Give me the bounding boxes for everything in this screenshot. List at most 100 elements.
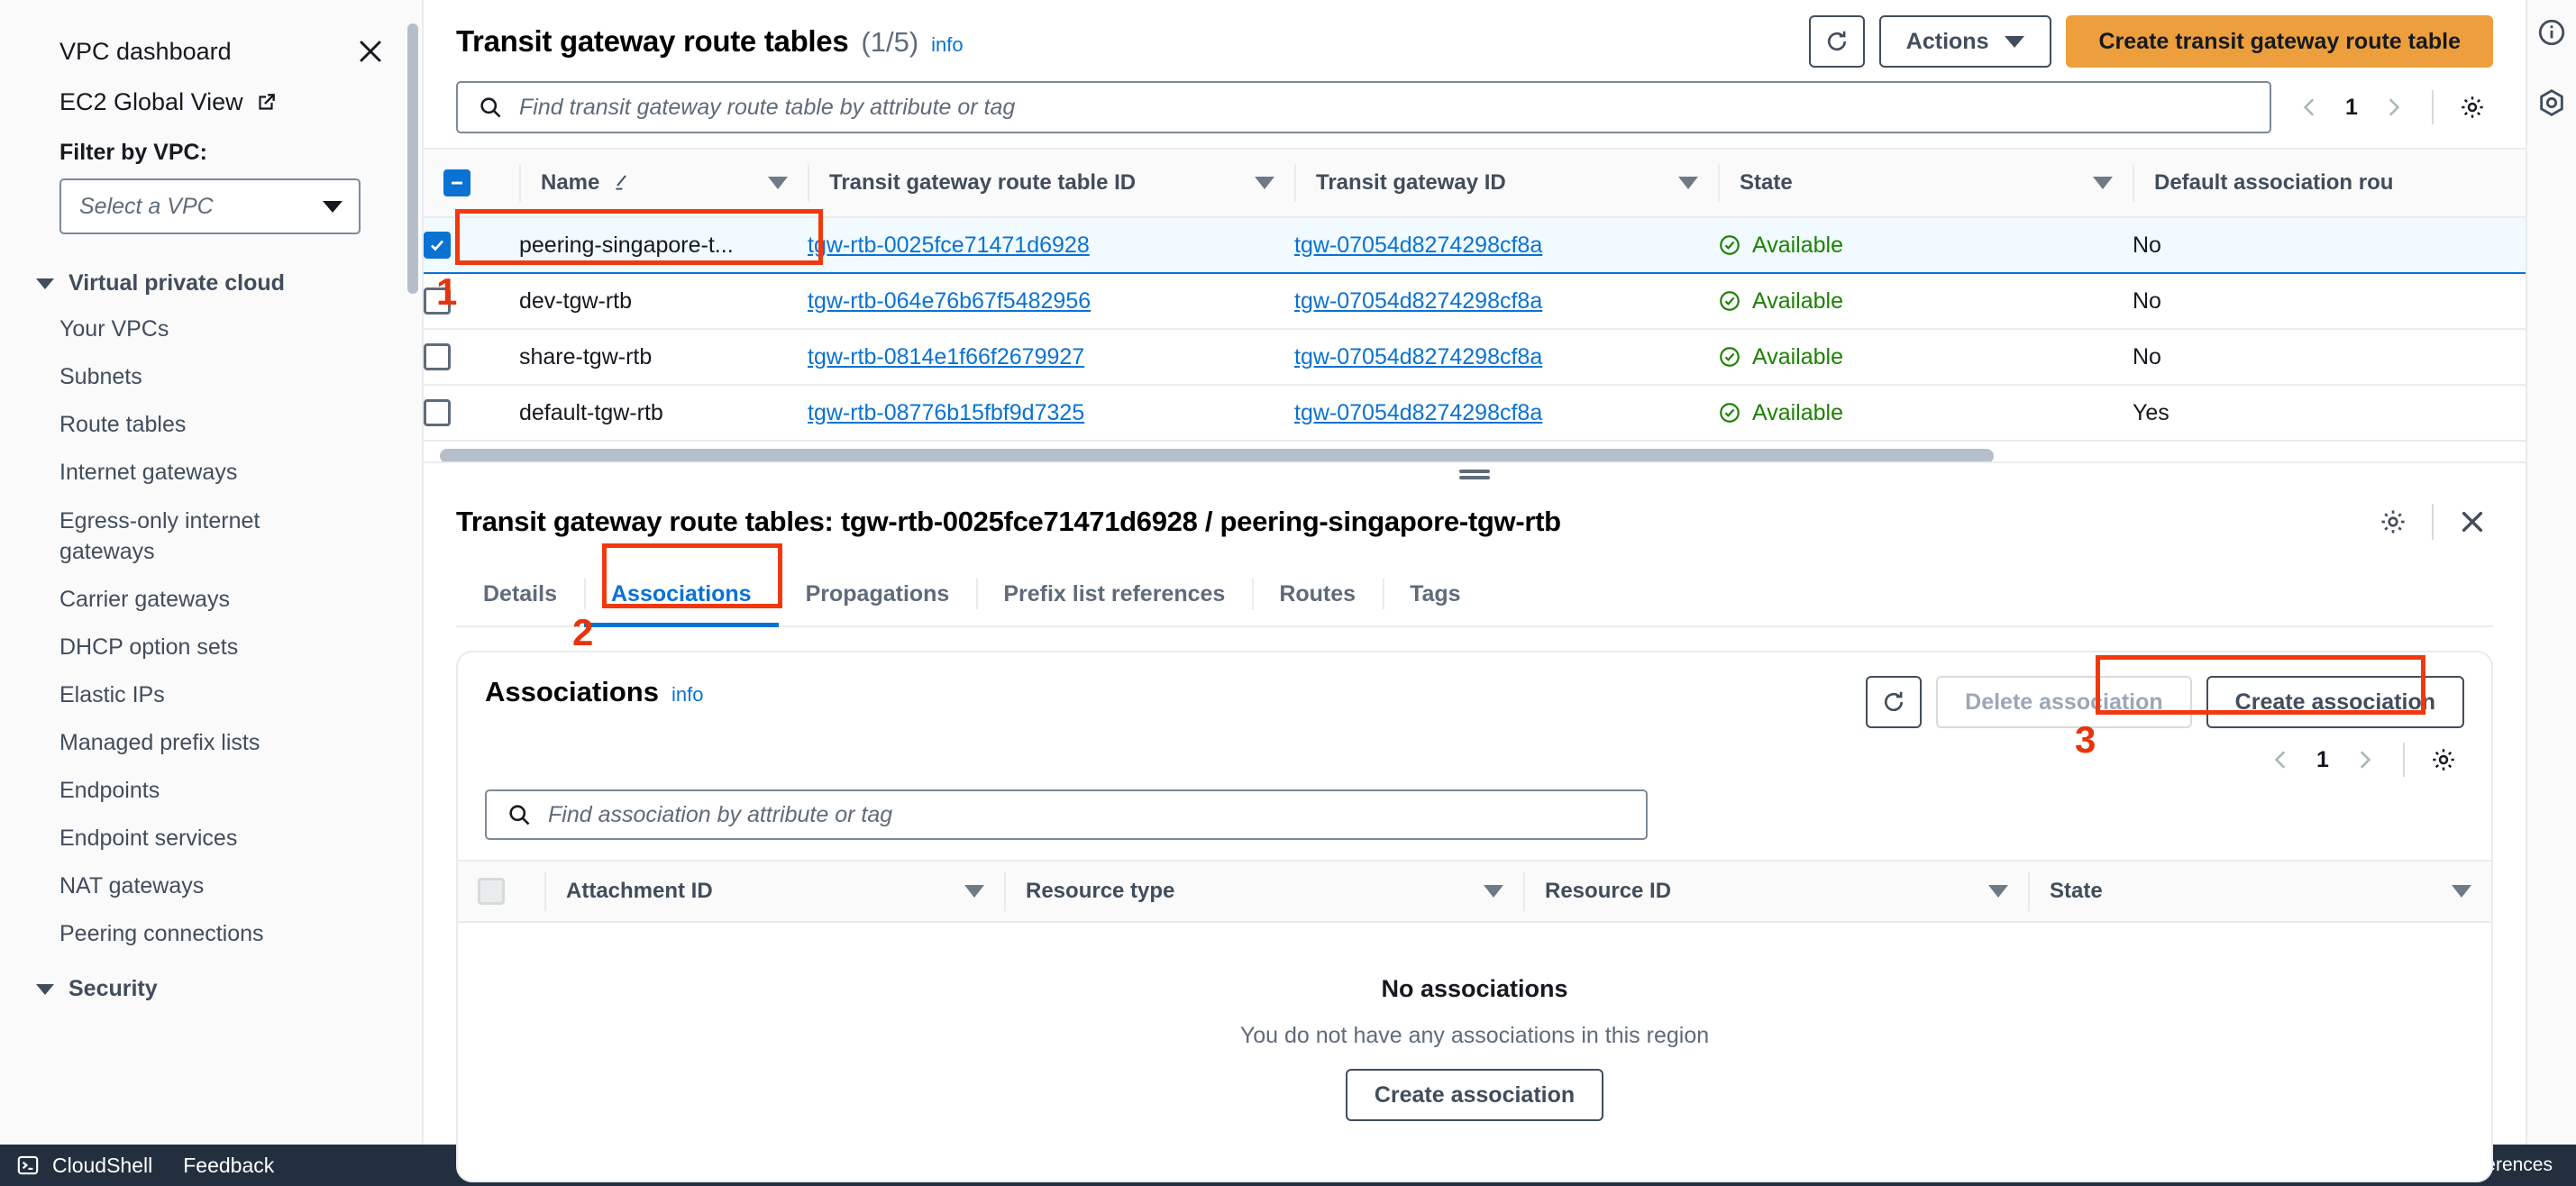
sidebar-item-egress-only-internet-gateways[interactable]: Egress-only internet gateways: [0, 506, 297, 567]
cell-transit-gateway-id: tgw-07054d8274298cf8a: [1294, 216, 1718, 274]
sort-icon[interactable]: [1678, 177, 1698, 189]
table-row[interactable]: dev-tgw-rtb tgw-rtb-064e76b67f5482956 tg…: [424, 273, 2526, 330]
search-input[interactable]: Find transit gateway route table by attr…: [456, 81, 2271, 133]
status-badge: Available: [1718, 344, 2133, 370]
sort-icon[interactable]: [2093, 177, 2113, 189]
sort-icon[interactable]: [964, 885, 984, 898]
select-all-checkbox[interactable]: [443, 169, 470, 196]
sidebar-item-your-vpcs[interactable]: Your VPCs: [0, 315, 422, 344]
cell-name: peering-singapore-t...: [519, 216, 808, 274]
sidebar-item-route-tables[interactable]: Route tables: [0, 410, 422, 440]
table-row[interactable]: peering-singapore-t... tgw-rtb-0025fce71…: [424, 216, 2526, 274]
info-link[interactable]: info: [671, 683, 703, 707]
sidebar-nav: VPC dashboard EC2 Global View Filter by …: [0, 0, 424, 1145]
gear-icon[interactable]: [2372, 501, 2414, 543]
tab-details[interactable]: Details: [456, 562, 584, 625]
sidebar-item-ec2-global-view[interactable]: EC2 Global View: [0, 72, 422, 116]
info-circle-icon[interactable]: [2534, 14, 2570, 50]
row-checkbox[interactable]: [424, 287, 451, 315]
refresh-button[interactable]: [1808, 15, 1865, 68]
sort-icon[interactable]: [768, 177, 788, 189]
column-header-resource-id[interactable]: Resource ID: [1523, 871, 2028, 911]
gear-icon[interactable]: [2423, 739, 2464, 780]
row-checkbox[interactable]: [424, 399, 451, 427]
column-header-resource-type[interactable]: Resource type: [1004, 871, 1523, 911]
feedback-link[interactable]: Feedback: [183, 1154, 274, 1178]
row-checkbox[interactable]: [424, 343, 451, 371]
state-label: Available: [1752, 232, 1844, 258]
divider: [2403, 743, 2405, 777]
page-number: 1: [2316, 746, 2329, 772]
close-icon[interactable]: [355, 36, 386, 67]
table-row[interactable]: share-tgw-rtb tgw-rtb-0814e1f66f2679927 …: [424, 329, 2526, 386]
sort-icon[interactable]: [1255, 177, 1274, 189]
sidebar-item-dhcp-option-sets[interactable]: DHCP option sets: [0, 633, 422, 662]
row-checkbox-cell: [424, 216, 519, 274]
sidebar-item-subnets[interactable]: Subnets: [0, 362, 422, 392]
close-icon[interactable]: [2452, 501, 2493, 543]
panel-splitter[interactable]: [424, 461, 2526, 485]
table-row[interactable]: default-tgw-rtb tgw-rtb-08776b15fbf9d732…: [424, 385, 2526, 442]
check-circle-icon: [1720, 403, 1740, 423]
transit-gateway-id-link[interactable]: tgw-07054d8274298cf8a: [1294, 233, 1542, 258]
tab-propagations[interactable]: Propagations: [778, 562, 977, 625]
refresh-button[interactable]: [1866, 676, 1923, 728]
column-header-route-table-id[interactable]: Transit gateway route table ID: [808, 148, 1294, 218]
route-table-id-link[interactable]: tgw-rtb-064e76b67f5482956: [808, 288, 1091, 314]
column-header-default-association[interactable]: Default association rou: [2133, 148, 2526, 218]
sort-icon[interactable]: [1988, 885, 2008, 898]
sort-icon[interactable]: [2452, 885, 2471, 898]
route-table-id-link[interactable]: tgw-rtb-0814e1f66f2679927: [808, 344, 1084, 369]
sidebar-item-elastic-ips[interactable]: Elastic IPs: [0, 680, 422, 710]
sidebar-group-security[interactable]: Security: [0, 949, 422, 1002]
sidebar-item-endpoint-services[interactable]: Endpoint services: [0, 824, 422, 853]
empty-state-create-association-button[interactable]: Create association: [1345, 1069, 1604, 1121]
cell-default-association: No: [2133, 329, 2526, 386]
edit-pencil-icon[interactable]: [610, 172, 632, 194]
tab-prefix-list-references[interactable]: Prefix list references: [976, 562, 1252, 625]
actions-button[interactable]: Actions: [1878, 15, 2052, 68]
transit-gateway-id-link[interactable]: tgw-07054d8274298cf8a: [1294, 288, 1542, 314]
sidebar-item-nat-gateways[interactable]: NAT gateways: [0, 871, 422, 901]
cell-transit-gateway-id: tgw-07054d8274298cf8a: [1294, 385, 1718, 442]
right-icon-rail: [2526, 0, 2576, 1145]
next-page-button[interactable]: [2372, 87, 2414, 128]
column-header-state[interactable]: State: [1718, 148, 2133, 218]
sidebar-item-endpoints[interactable]: Endpoints: [0, 776, 422, 806]
sort-icon[interactable]: [1484, 885, 1503, 898]
sidebar-group-label: Security: [69, 976, 158, 1001]
gear-icon[interactable]: [2452, 87, 2493, 128]
hexagon-icon[interactable]: [2534, 85, 2570, 121]
sidebar-item-carrier-gateways[interactable]: Carrier gateways: [0, 585, 422, 615]
tab-routes[interactable]: Routes: [1252, 562, 1383, 625]
transit-gateway-id-link[interactable]: tgw-07054d8274298cf8a: [1294, 344, 1542, 369]
route-table-id-link[interactable]: tgw-rtb-08776b15fbf9d7325: [808, 400, 1084, 425]
sidebar-item-managed-prefix-lists[interactable]: Managed prefix lists: [0, 728, 422, 758]
route-table-id-link[interactable]: tgw-rtb-0025fce71471d6928: [808, 233, 1090, 258]
sidebar-item-peering-connections[interactable]: Peering connections: [0, 919, 422, 949]
previous-page-button[interactable]: [2289, 87, 2331, 128]
info-link[interactable]: info: [931, 33, 963, 57]
tab-tags[interactable]: Tags: [1383, 562, 1488, 625]
associations-search-input[interactable]: Find association by attribute or tag: [485, 789, 1648, 840]
cell-state: Available: [1718, 385, 2133, 442]
tab-associations[interactable]: Associations: [583, 562, 779, 627]
next-page-button[interactable]: [2343, 739, 2385, 780]
row-checkbox[interactable]: [424, 232, 451, 260]
sidebar-item-vpc-dashboard[interactable]: VPC dashboard: [59, 38, 232, 66]
status-badge: Available: [1718, 400, 2133, 426]
previous-page-button[interactable]: [2261, 739, 2302, 780]
column-header-transit-gateway-id[interactable]: Transit gateway ID: [1294, 148, 1718, 218]
column-header-name[interactable]: Name: [519, 148, 808, 218]
transit-gateway-id-link[interactable]: tgw-07054d8274298cf8a: [1294, 400, 1542, 425]
create-association-button[interactable]: Create association: [2206, 676, 2464, 728]
column-header-attachment-id[interactable]: Attachment ID: [544, 871, 1004, 911]
empty-state-title: No associations: [1381, 975, 1568, 1002]
create-transit-gateway-route-table-button[interactable]: Create transit gateway route table: [2066, 15, 2493, 68]
sidebar-item-internet-gateways[interactable]: Internet gateways: [0, 458, 422, 488]
sidebar-scrollbar[interactable]: [407, 23, 418, 294]
cloudshell-button[interactable]: CloudShell: [16, 1154, 152, 1178]
sidebar-group-virtual-private-cloud[interactable]: Virtual private cloud: [0, 234, 422, 296]
vpc-filter-select[interactable]: Select a VPC: [59, 178, 361, 234]
column-header-state[interactable]: State: [2028, 871, 2491, 911]
